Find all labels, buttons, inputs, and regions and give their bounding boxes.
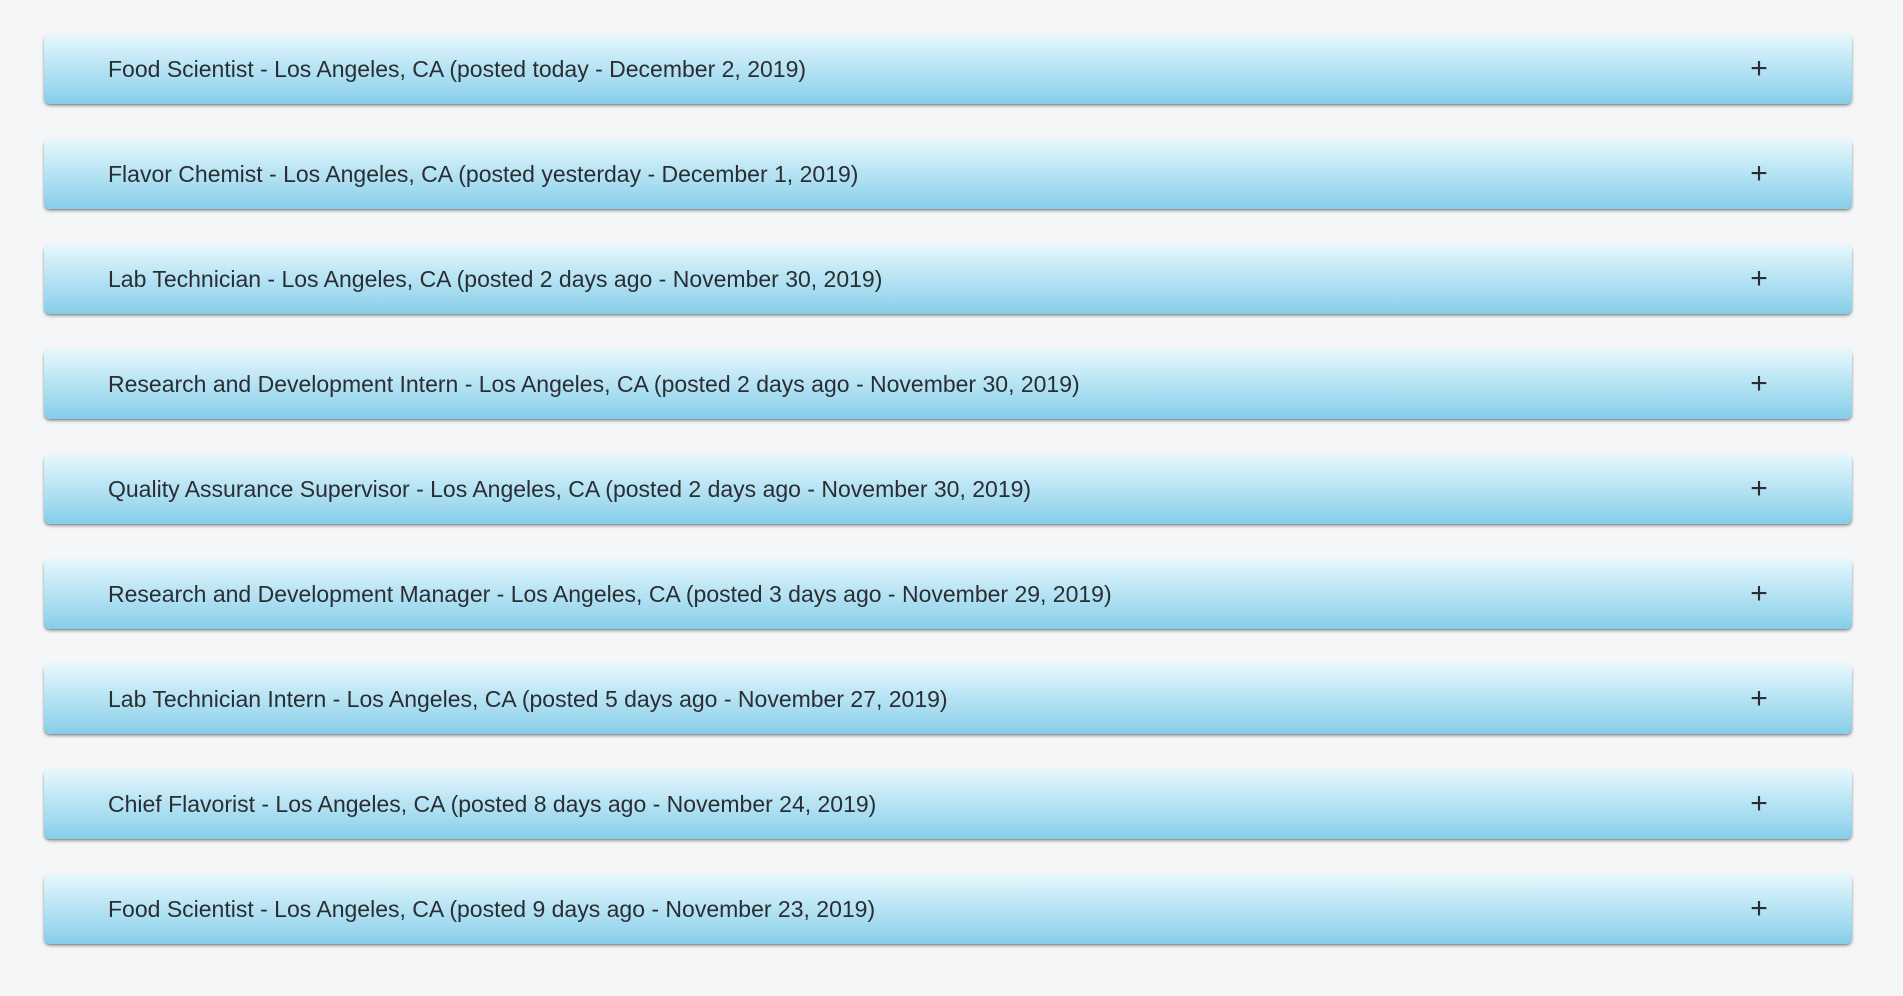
job-panel-lab-technician[interactable]: Lab Technician - Los Angeles, CA (posted…: [44, 244, 1852, 314]
job-title: Food Scientist - Los Angeles, CA (posted…: [108, 56, 807, 82]
job-panel-lab-technician-intern[interactable]: Lab Technician Intern - Los Angeles, CA …: [44, 664, 1852, 734]
job-listings-accordion: Food Scientist - Los Angeles, CA (posted…: [44, 34, 1852, 979]
expand-plus-icon[interactable]: +: [1744, 34, 1774, 104]
expand-plus-icon[interactable]: +: [1744, 769, 1774, 839]
expand-plus-icon[interactable]: +: [1744, 454, 1774, 524]
expand-plus-icon[interactable]: +: [1744, 664, 1774, 734]
job-panel-rd-intern[interactable]: Research and Development Intern - Los An…: [44, 349, 1852, 419]
expand-plus-icon[interactable]: +: [1744, 244, 1774, 314]
job-panel-chief-flavorist[interactable]: Chief Flavorist - Los Angeles, CA (poste…: [44, 769, 1852, 839]
expand-plus-icon[interactable]: +: [1744, 559, 1774, 629]
job-title: Chief Flavorist - Los Angeles, CA (poste…: [108, 791, 877, 817]
job-title: Lab Technician Intern - Los Angeles, CA …: [108, 686, 948, 712]
job-panel-flavor-chemist[interactable]: Flavor Chemist - Los Angeles, CA (posted…: [44, 139, 1852, 209]
job-title: Research and Development Manager - Los A…: [108, 581, 1112, 607]
job-panel-qa-supervisor[interactable]: Quality Assurance Supervisor - Los Angel…: [44, 454, 1852, 524]
job-title: Food Scientist - Los Angeles, CA (posted…: [108, 896, 876, 922]
job-title: Research and Development Intern - Los An…: [108, 371, 1080, 397]
job-panel-rd-manager[interactable]: Research and Development Manager - Los A…: [44, 559, 1852, 629]
job-panel-food-scientist-dec-2[interactable]: Food Scientist - Los Angeles, CA (posted…: [44, 34, 1852, 104]
expand-plus-icon[interactable]: +: [1744, 139, 1774, 209]
expand-plus-icon[interactable]: +: [1744, 349, 1774, 419]
job-title: Lab Technician - Los Angeles, CA (posted…: [108, 266, 883, 292]
job-panel-food-scientist-nov-23[interactable]: Food Scientist - Los Angeles, CA (posted…: [44, 874, 1852, 944]
job-title: Flavor Chemist - Los Angeles, CA (posted…: [108, 161, 859, 187]
job-title: Quality Assurance Supervisor - Los Angel…: [108, 476, 1032, 502]
expand-plus-icon[interactable]: +: [1744, 874, 1774, 944]
